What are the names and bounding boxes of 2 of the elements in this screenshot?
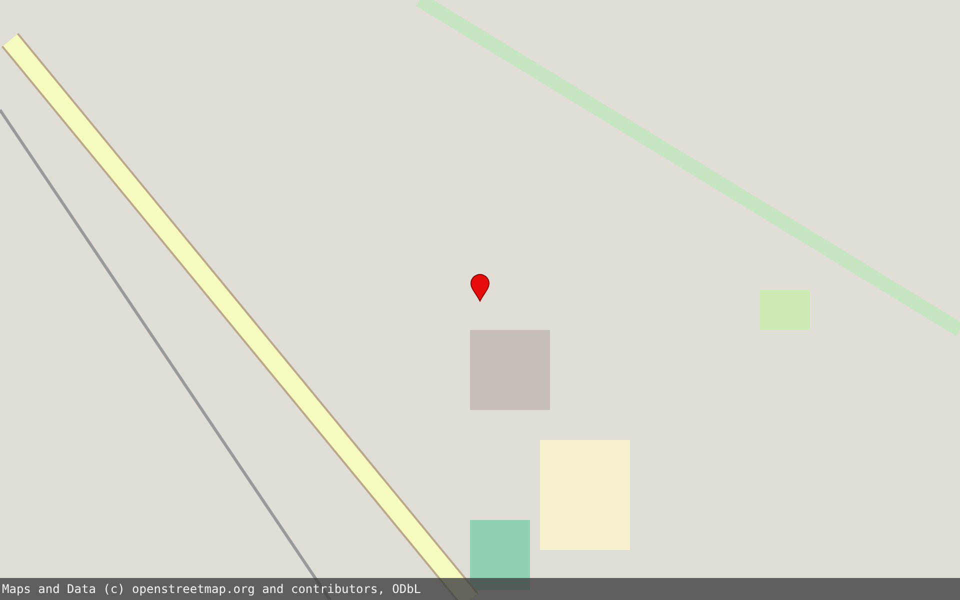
- map-attribution: Maps and Data (c) openstreetmap.org and contributors, ODbL: [1, 582, 422, 596]
- map-pin-icon[interactable]: [470, 274, 490, 302]
